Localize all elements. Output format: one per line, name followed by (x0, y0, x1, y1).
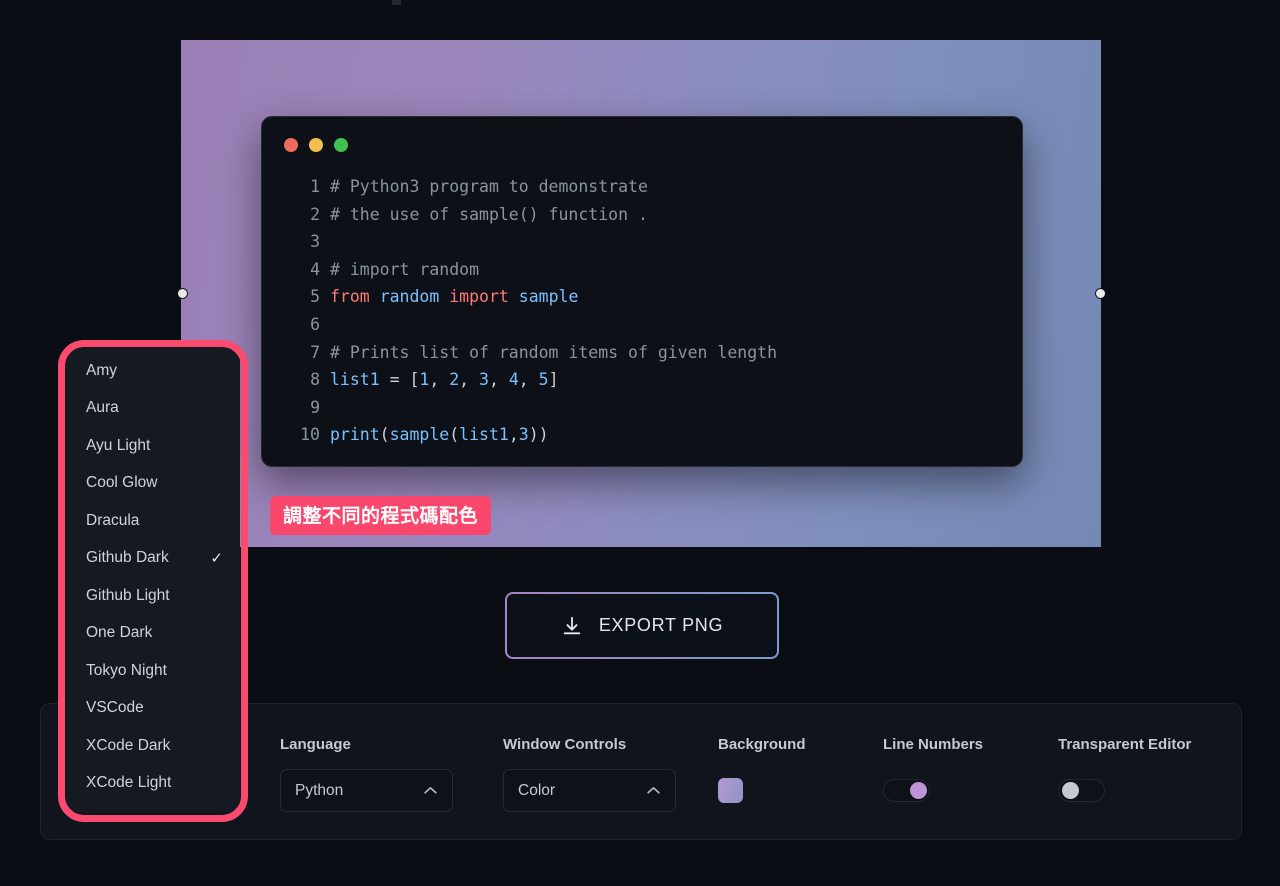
code-body: 1 2 3 4 5 6 7 8 9 10 # Python3 program t… (262, 173, 1022, 449)
background-label: Background (718, 736, 806, 753)
line-number-gutter: 1 2 3 4 5 6 7 8 9 10 (300, 177, 320, 445)
theme-item-label: One Dark (86, 624, 153, 642)
theme-item-xcode-light[interactable]: XCode Light (64, 765, 240, 803)
close-button-dot[interactable] (284, 138, 298, 152)
line-numbers-label: Line Numbers (883, 736, 984, 753)
theme-item-dracula[interactable]: Dracula (64, 502, 240, 540)
chevron-up-icon (423, 786, 438, 795)
background-color-swatch[interactable] (718, 778, 743, 803)
resize-handle-left[interactable] (177, 288, 188, 299)
theme-item-label: Github Light (86, 586, 170, 604)
code-line-4: # import random (330, 259, 480, 279)
theme-item-label: Dracula (86, 511, 140, 529)
setting-line-numbers: Line Numbers (883, 736, 1058, 802)
theme-item-tokyo-night[interactable]: Tokyo Night (64, 652, 240, 690)
code-editor-window[interactable]: 1 2 3 4 5 6 7 8 9 10 # Python3 program t… (261, 116, 1023, 467)
theme-item-label: Ayu Light (86, 436, 151, 454)
theme-item-github-dark[interactable]: Github Dark ✓ (64, 540, 240, 578)
window-traffic-lights (284, 138, 348, 152)
annotation-chip: 調整不同的程式碼配色 (270, 496, 492, 535)
maximize-button-dot[interactable] (334, 138, 348, 152)
theme-item-aura[interactable]: Aura (64, 390, 240, 428)
theme-item-label: Cool Glow (86, 474, 158, 492)
language-label: Language (280, 736, 351, 753)
theme-item-xcode-dark[interactable]: XCode Dark (64, 727, 240, 765)
code-line-5: from random import sample (330, 287, 579, 307)
top-artifact (392, 0, 401, 5)
code-line-7: # Prints list of random items of given l… (330, 342, 778, 362)
theme-dropdown-menu[interactable]: Amy Aura Ayu Light Cool Glow Dracula Github D… (64, 346, 240, 812)
code-line-8: list1 = [1, 2, 3, 4, 5] (330, 370, 559, 390)
theme-item-label: XCode Light (86, 774, 172, 792)
download-icon (561, 615, 583, 637)
window-controls-label: Window Controls (503, 736, 627, 753)
language-select[interactable]: Python (280, 769, 453, 812)
setting-transparent-editor: Transparent Editor (1058, 736, 1191, 802)
settings-row: Language Python Window Controls Color Ba… (280, 736, 1191, 812)
theme-item-github-light[interactable]: Github Light (64, 577, 240, 615)
export-png-button[interactable]: EXPORT PNG (505, 592, 779, 659)
theme-item-label: XCode Dark (86, 736, 171, 754)
code-line-10: print(sample(list1,3)) (330, 425, 549, 445)
check-icon: ✓ (210, 550, 223, 568)
code-line-1: # Python3 program to demonstrate (330, 177, 648, 196)
setting-window-controls: Window Controls Color (503, 736, 718, 812)
code-line-2: # the use of sample() function . (330, 204, 648, 224)
line-numbers-toggle[interactable] (883, 779, 930, 802)
toggle-knob (910, 782, 927, 799)
setting-language: Language Python (280, 736, 503, 812)
theme-item-vscode[interactable]: VSCode (64, 690, 240, 728)
window-controls-value: Color (518, 781, 556, 799)
theme-item-label: Amy (86, 361, 117, 379)
window-controls-select[interactable]: Color (503, 769, 676, 812)
theme-item-label: Tokyo Night (86, 661, 167, 679)
theme-item-amy[interactable]: Amy (64, 352, 240, 390)
theme-item-cool-glow[interactable]: Cool Glow (64, 465, 240, 503)
theme-item-label: VSCode (86, 699, 144, 717)
theme-item-label: Aura (86, 399, 119, 417)
transparent-editor-toggle[interactable] (1058, 779, 1105, 802)
setting-background: Background (718, 736, 883, 803)
theme-item-label: Github Dark (86, 549, 169, 567)
toggle-knob (1062, 782, 1079, 799)
code-content[interactable]: # Python3 program to demonstrate # the u… (330, 173, 1022, 449)
chevron-up-icon (646, 786, 661, 795)
minimize-button-dot[interactable] (309, 138, 323, 152)
app-root: 1 2 3 4 5 6 7 8 9 10 # Python3 program t… (0, 0, 1280, 886)
transparent-editor-label: Transparent Editor (1058, 736, 1192, 753)
resize-handle-right[interactable] (1095, 288, 1106, 299)
language-value: Python (295, 781, 344, 799)
theme-item-ayu-light[interactable]: Ayu Light (64, 427, 240, 465)
theme-item-one-dark[interactable]: One Dark (64, 615, 240, 653)
export-png-label: EXPORT PNG (598, 615, 724, 635)
